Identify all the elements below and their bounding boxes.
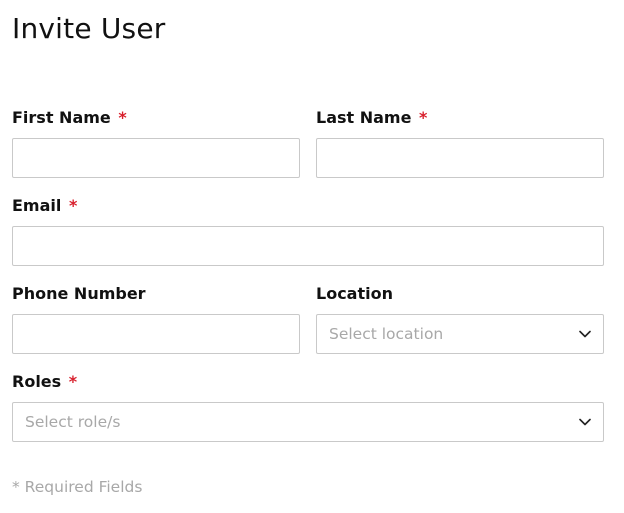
last-name-input[interactable]: [317, 139, 603, 177]
last-name-field-wrapper: [316, 138, 604, 178]
first-name-field-wrapper: [12, 138, 300, 178]
first-name-label-text: First Name: [12, 108, 111, 127]
chevron-down-icon: [578, 327, 592, 341]
phone-number-label-text: Phone Number: [12, 284, 146, 303]
email-field-wrapper: [12, 226, 604, 266]
first-name-input[interactable]: [13, 139, 299, 177]
email-input[interactable]: [13, 227, 603, 265]
required-marker: *: [68, 196, 78, 215]
location-label-text: Location: [316, 284, 393, 303]
required-marker: *: [68, 372, 78, 391]
first-name-label: First Name *: [12, 108, 127, 128]
email-label-text: Email: [12, 196, 62, 215]
last-name-label-text: Last Name: [316, 108, 412, 127]
last-name-label: Last Name *: [316, 108, 427, 128]
location-label: Location: [316, 284, 393, 304]
chevron-down-icon: [578, 415, 592, 429]
invite-user-form: Invite User First Name * Last Name * Ema…: [0, 0, 624, 513]
required-marker: *: [118, 108, 127, 127]
location-select[interactable]: Select location: [316, 314, 604, 354]
required-marker: *: [419, 108, 428, 127]
location-placeholder: Select location: [329, 325, 444, 343]
roles-label-text: Roles: [12, 372, 62, 391]
roles-placeholder: Select role/s: [25, 413, 121, 431]
roles-select[interactable]: Select role/s: [12, 402, 604, 442]
phone-number-field-wrapper: [12, 314, 300, 354]
phone-number-input[interactable]: [13, 315, 299, 353]
roles-label: Roles *: [12, 372, 77, 392]
required-fields-note: * Required Fields: [12, 478, 143, 496]
email-label: Email *: [12, 196, 77, 216]
page-title: Invite User: [12, 12, 166, 45]
phone-number-label: Phone Number: [12, 284, 146, 304]
